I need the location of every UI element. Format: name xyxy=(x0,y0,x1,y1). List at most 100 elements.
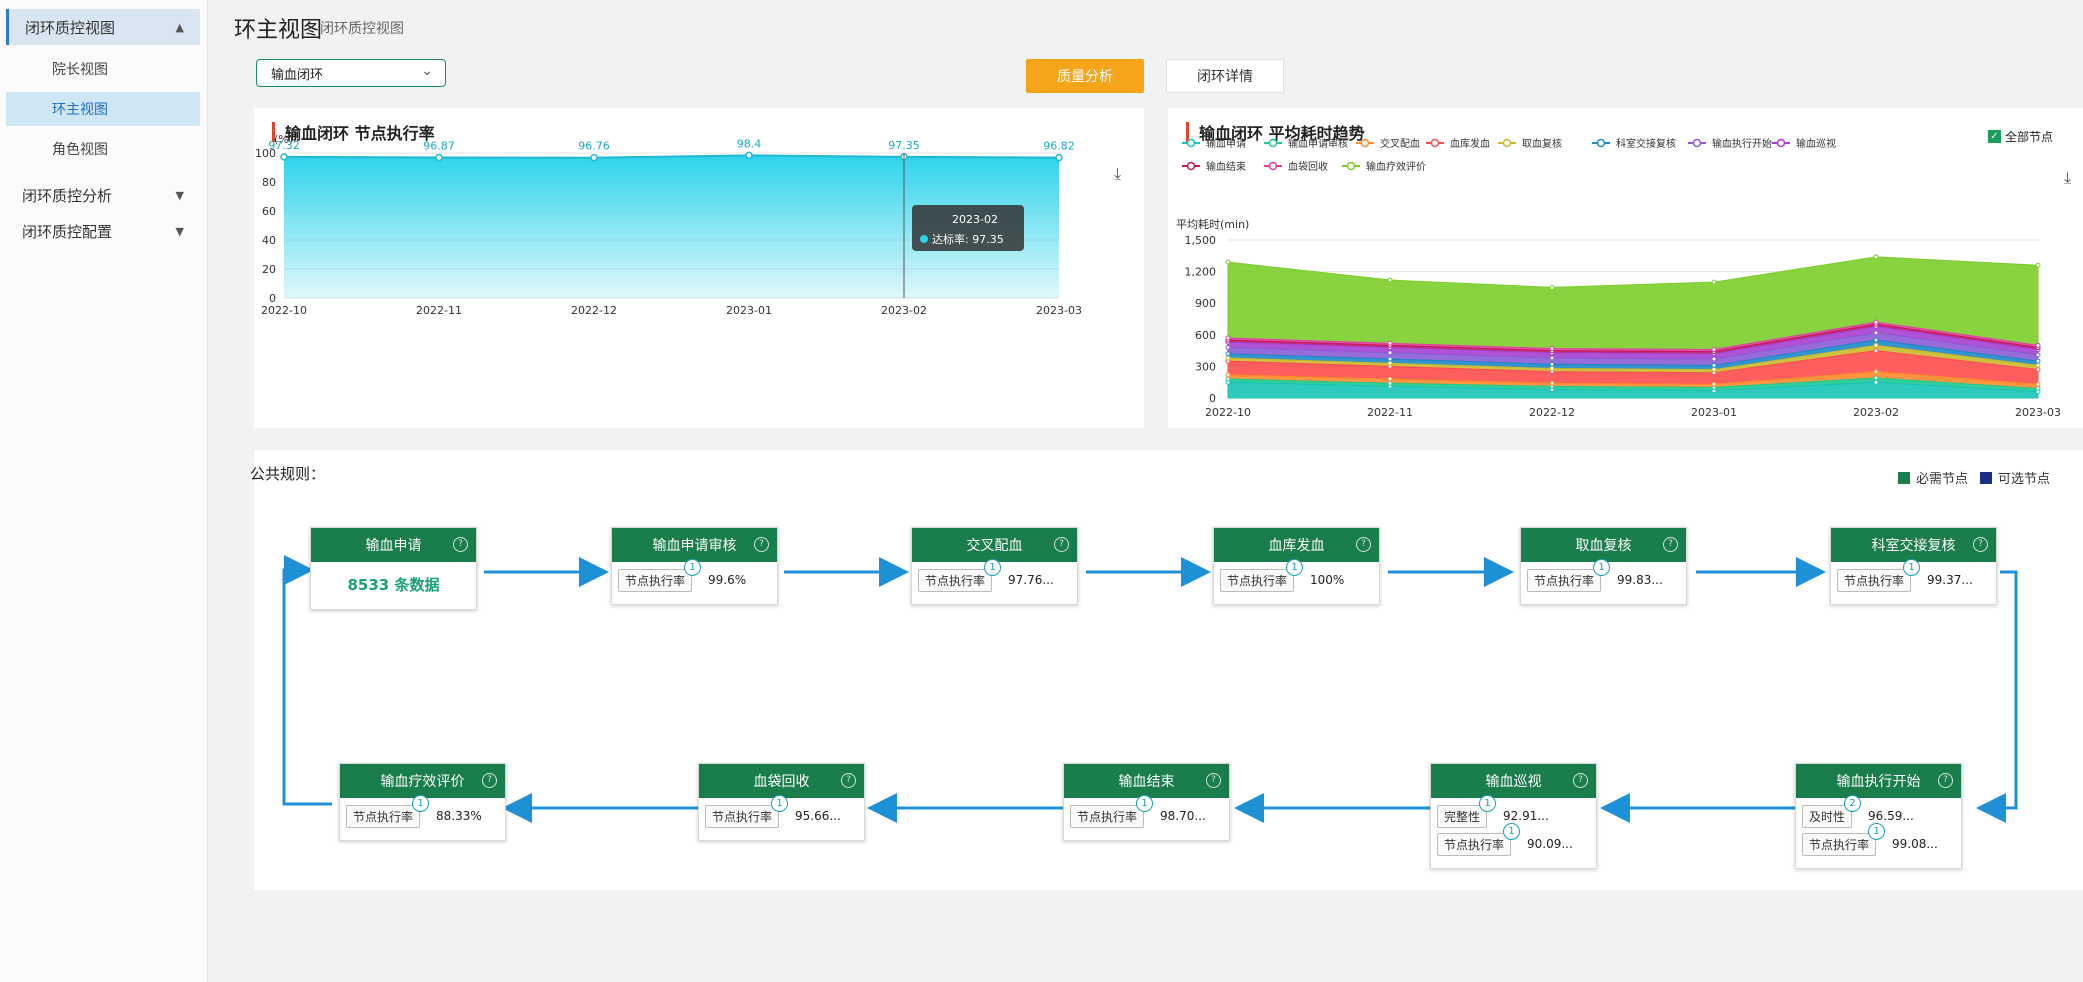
execution-rate-chart: 020406080100(%)97.322022-1096.872022-119… xyxy=(255,133,1082,317)
help-icon[interactable]: ? xyxy=(841,773,856,788)
legend-marker xyxy=(1776,138,1786,148)
metric-badge: 1 xyxy=(1903,558,1921,576)
flow-node-cross-match[interactable]: 交叉配血? 节点执行率 1 97.76... xyxy=(911,527,1078,605)
data-point xyxy=(1225,259,1231,265)
metric-tag[interactable]: 节点执行率 1 xyxy=(918,558,1002,592)
x-tick-label: 2023-01 xyxy=(726,304,772,317)
metric-tag[interactable]: 节点执行率 1 xyxy=(705,794,789,828)
help-icon[interactable]: ? xyxy=(482,773,497,788)
metric-tag-label: 节点执行率 xyxy=(1809,837,1870,852)
node-title: 输血申请审核 xyxy=(652,538,737,554)
legend-label: 交叉配血 xyxy=(1380,137,1420,150)
data-label: 97.32 xyxy=(268,139,300,152)
node-title: 输血申请 xyxy=(365,538,422,554)
flow-node-request-review[interactable]: 输血申请审核? 节点执行率 1 99.6% xyxy=(611,527,778,605)
data-point xyxy=(1549,380,1555,386)
metric-tag[interactable]: 节点执行率 1 xyxy=(618,558,702,592)
metric-tag-label: 节点执行率 xyxy=(1844,573,1905,588)
metric-tag[interactable]: 节点执行率 1 xyxy=(1802,822,1886,856)
node-metric: 节点执行率 1 88.33% xyxy=(346,794,499,828)
tab-loop-detail[interactable]: 闭环详情 xyxy=(1166,59,1284,93)
loop-select[interactable]: 输血闭环 ⌄ xyxy=(256,59,446,87)
metric-tag[interactable]: 节点执行率 1 xyxy=(1527,558,1611,592)
metric-tag[interactable]: 节点执行率 1 xyxy=(346,794,430,828)
metric-tag-label: 节点执行率 xyxy=(925,573,986,588)
breadcrumb[interactable]: 闭环质控视图 xyxy=(320,18,404,38)
legend-swatch xyxy=(1980,471,1992,484)
metric-tag-label: 节点执行率 xyxy=(1077,809,1138,824)
help-icon[interactable]: ? xyxy=(754,537,769,552)
data-label: 96.87 xyxy=(423,140,455,153)
flow-node-efficacy-evaluation[interactable]: 输血疗效评价? 节点执行率 1 88.33% xyxy=(339,763,506,841)
help-icon[interactable]: ? xyxy=(1356,537,1371,552)
help-icon[interactable]: ? xyxy=(1206,773,1221,788)
legend-label: 可选节点 xyxy=(1998,472,2051,487)
flow-node-transfusion-start[interactable]: 输血执行开始? 及时性 2 96.59... 节点执行率 1 99.08... xyxy=(1795,763,1962,869)
help-icon[interactable]: ? xyxy=(1054,537,1069,552)
help-icon[interactable]: ? xyxy=(1938,773,1953,788)
sidebar-group-view[interactable]: 闭环质控视图 ▲ xyxy=(6,9,200,45)
flow-node-transfusion-patrol[interactable]: 输血巡视? 完整性 1 92.91... 节点执行率 1 90.09... xyxy=(1430,763,1597,869)
node-metric: 节点执行率 1 99.83... xyxy=(1527,558,1680,592)
x-tick-label: 2023-03 xyxy=(1036,304,1082,317)
help-icon[interactable]: ? xyxy=(1973,537,1988,552)
sidebar-item-loop-owner-view[interactable]: 环主视图 xyxy=(6,92,200,126)
x-tick-label: 2022-10 xyxy=(261,304,307,317)
metric-tag[interactable]: 完整性 1 xyxy=(1437,794,1497,828)
x-tick-label: 2022-11 xyxy=(416,304,462,317)
tooltip: 2023-02 达标率: 97.35 xyxy=(912,205,1024,251)
flow-node-transfusion-end[interactable]: 输血结束? 节点执行率 1 98.70... xyxy=(1063,763,1230,841)
node-metric: 节点执行率 1 97.76... xyxy=(918,558,1071,592)
data-point xyxy=(1225,351,1231,357)
flow-node-bag-recycle[interactable]: 血袋回收? 节点执行率 1 95.66... xyxy=(698,763,865,841)
metric-tag[interactable]: 节点执行率 1 xyxy=(1437,822,1521,856)
data-point xyxy=(2035,367,2041,373)
legend-label: 血袋回收 xyxy=(1288,160,1328,173)
legend-item: 输血申请审核 xyxy=(1264,137,1348,150)
node-count[interactable]: 8533 条数据 xyxy=(317,568,470,601)
metric-tag-label: 完整性 xyxy=(1444,809,1481,824)
data-point xyxy=(1873,254,1879,260)
metric-tag-label: 及时性 xyxy=(1809,809,1846,824)
y-tick-label: 60 xyxy=(262,205,276,218)
metric-tag[interactable]: 节点执行率 1 xyxy=(1070,794,1154,828)
sidebar-item-label: 角色视图 xyxy=(52,142,108,158)
data-point xyxy=(1549,284,1555,290)
help-icon[interactable]: ? xyxy=(453,537,468,552)
metric-tag[interactable]: 节点执行率 1 xyxy=(1220,558,1304,592)
sidebar-group-analysis[interactable]: 闭环质控分析 ▼ xyxy=(6,177,200,213)
metric-tag[interactable]: 节点执行率 1 xyxy=(1837,558,1921,592)
sidebar-item-dean-view[interactable]: 院长视图 xyxy=(6,52,200,86)
tab-quality-analysis[interactable]: 质量分析 xyxy=(1026,59,1144,93)
metric-badge: 1 xyxy=(412,794,430,812)
node-title: 输血巡视 xyxy=(1485,774,1542,790)
x-tick-label: 2022-12 xyxy=(571,304,617,317)
y-tick-label: 0 xyxy=(1209,392,1216,405)
data-point xyxy=(1873,319,1879,325)
data-point xyxy=(590,153,598,162)
data-point xyxy=(745,151,753,160)
data-point xyxy=(1549,361,1555,367)
x-tick-label: 2023-01 xyxy=(1691,406,1737,419)
data-point xyxy=(1873,348,1879,354)
main-content: 环主视图 闭环质控视图 输血闭环 ⌄ 质量分析 闭环详情 输血闭环 节点执行率 … xyxy=(208,0,2083,982)
flow-node-pickup-check[interactable]: 取血复核? 节点执行率 1 99.83... xyxy=(1520,527,1687,605)
help-icon[interactable]: ? xyxy=(1573,773,1588,788)
flow-node-blood-request[interactable]: 输血申请? 8533 条数据 xyxy=(310,527,477,610)
help-icon[interactable]: ? xyxy=(1663,537,1678,552)
data-point xyxy=(2035,342,2041,348)
legend-swatch xyxy=(1898,471,1910,484)
flow-node-handover-check[interactable]: 科室交接复核? 节点执行率 1 99.37... xyxy=(1830,527,1997,605)
flow-node-blood-issue[interactable]: 血库发血? 节点执行率 1 100% xyxy=(1213,527,1380,605)
chevron-down-icon: ▼ xyxy=(175,224,184,238)
data-label: 97.35 xyxy=(888,139,920,152)
metric-tag[interactable]: 及时性 2 xyxy=(1802,794,1862,828)
legend-label: 血库发血 xyxy=(1450,137,1490,150)
data-point xyxy=(1387,350,1393,356)
sidebar-group-config[interactable]: 闭环质控配置 ▼ xyxy=(6,213,200,249)
sidebar-item-role-view[interactable]: 角色视图 xyxy=(6,132,200,166)
tooltip-value: 达标率: 97.35 xyxy=(932,232,1004,246)
data-point xyxy=(2035,381,2041,387)
data-label: 98.4 xyxy=(737,137,762,150)
chevron-up-icon: ▲ xyxy=(175,20,184,34)
